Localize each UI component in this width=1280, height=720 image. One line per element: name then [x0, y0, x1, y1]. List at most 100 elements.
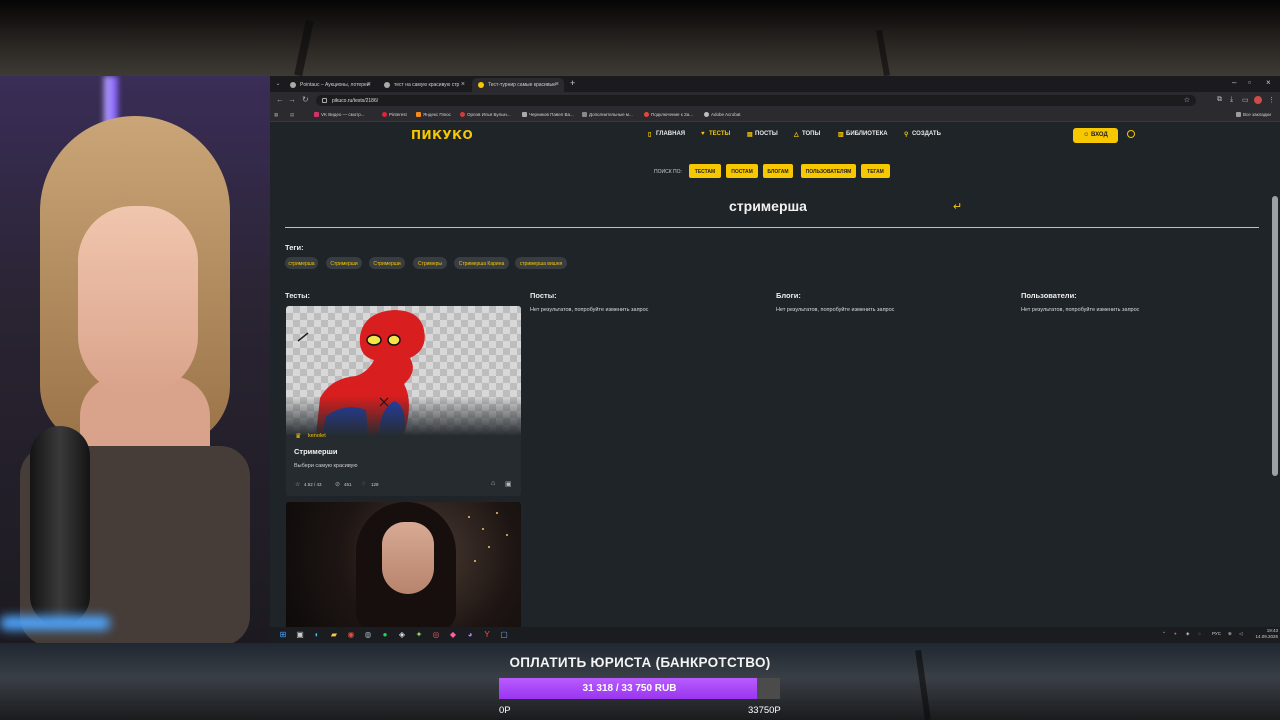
url-field[interactable]: pikuco.ru/tests/2186/ ☆ — [316, 95, 1196, 106]
close-icon[interactable]: × — [367, 81, 371, 88]
close-window-icon[interactable]: × — [1266, 78, 1271, 87]
app-icon[interactable]: ◆ — [448, 630, 458, 640]
test-card[interactable] — [286, 502, 521, 627]
posts-heading: Посты: — [530, 291, 557, 300]
reload-icon[interactable]: ↻ — [302, 95, 309, 104]
edge-icon[interactable]: ◐ — [312, 630, 322, 640]
tab-test-tournament[interactable]: Тест-турнир самые красивые × — [472, 78, 564, 92]
site-info-icon[interactable] — [322, 98, 327, 103]
tray-chevron-icon[interactable]: ⌃ — [1162, 631, 1166, 637]
minimize-icon[interactable]: – — [1232, 78, 1236, 87]
nav-tests[interactable]: ♥ ТЕСТЫ — [701, 131, 730, 137]
app-icon[interactable]: ◈ — [397, 630, 407, 640]
plays-icon: ⊘ — [335, 482, 341, 488]
login-button[interactable]: ☺ ВХОД — [1073, 128, 1118, 143]
tag-chip[interactable]: Стримерши — [326, 257, 362, 269]
bookmark-extra[interactable]: Дополнительные м... — [582, 112, 633, 117]
site-logo[interactable]: ПИКУКО — [411, 128, 473, 142]
steam-icon[interactable]: ◍ — [363, 630, 373, 640]
tag-chip[interactable]: Стримеры — [413, 257, 447, 269]
explorer-icon[interactable]: ▰ — [329, 630, 339, 640]
chip-posts[interactable]: ПОСТАМ — [726, 164, 758, 178]
bookmark-connect[interactable]: Подключение к За... — [644, 112, 693, 117]
app-icon[interactable]: ✦ — [414, 630, 424, 640]
bookmark-pinterest[interactable]: Pinterest — [382, 112, 407, 117]
network-icon[interactable]: ⊕ — [1228, 631, 1232, 637]
tab-menu-icon[interactable]: ⌄ — [274, 79, 282, 87]
all-bookmarks[interactable]: Все закладки — [1236, 112, 1271, 117]
star-icon: ☆ — [295, 482, 301, 488]
chip-tags[interactable]: ТЕГАМ — [861, 164, 890, 178]
nav-create[interactable]: ⚲ СОЗДАТЬ — [904, 131, 941, 138]
task-view-icon[interactable]: ▣ — [295, 630, 305, 640]
sidebar-icon[interactable]: ▭ — [1242, 96, 1249, 104]
tag-chip[interactable]: Стримерша Карина — [454, 257, 509, 269]
chrome-icon[interactable]: ◉ — [346, 630, 356, 640]
clock-date: 14.09.2026 — [1255, 634, 1278, 639]
app-icon[interactable]: ▢ — [499, 630, 509, 640]
close-icon[interactable]: × — [461, 81, 465, 88]
vk-icon — [314, 112, 319, 117]
volume-icon[interactable]: ◁ — [1239, 631, 1242, 637]
chip-blogs[interactable]: БЛОГАМ — [763, 164, 793, 178]
save-icon[interactable]: ▣ — [505, 480, 512, 488]
nav-posts[interactable]: ▤ ПОСТЫ — [747, 131, 778, 138]
bookmark-vk-video[interactable]: VK Видео — смотр... — [314, 112, 364, 117]
bookmark-chernikov[interactable]: Черников Павел Ва... — [522, 112, 574, 117]
card-comments: ◌ 128 — [362, 481, 379, 487]
clock[interactable]: 19:43 14.09.2026 — [1252, 628, 1278, 640]
tab-pointauc[interactable]: Pointauc – Аукционы, лотереи × — [284, 78, 376, 92]
test-card[interactable]: ♛ kenolet Стримерши Выбери самую красиву… — [286, 306, 521, 496]
close-icon[interactable]: × — [555, 81, 559, 88]
back-icon[interactable]: ← — [276, 95, 284, 104]
tray-app-icon[interactable]: ◌ — [1198, 631, 1201, 636]
card-plays: ⊘ 451 — [335, 482, 352, 488]
yandex-browser-icon[interactable]: Y — [482, 630, 492, 640]
chip-users[interactable]: ПОЛЬЗОВАТЕЛЯМ — [801, 164, 856, 178]
book-icon: ▥ — [838, 132, 844, 138]
spotify-icon[interactable]: ● — [380, 630, 390, 640]
nav-tops[interactable]: △ ТОПЫ — [794, 131, 820, 138]
maximize-icon[interactable]: ▫ — [1248, 78, 1251, 87]
tag-chip[interactable]: Стримерши — [369, 257, 405, 269]
card-author[interactable]: kenolet — [308, 433, 326, 439]
chip-tests[interactable]: ТЕСТАМ — [689, 164, 721, 178]
folder-icon — [1236, 112, 1241, 117]
tag-chip[interactable]: стримерша — [285, 257, 318, 269]
new-tab-icon[interactable]: + — [570, 78, 575, 88]
tray-app-icon[interactable]: ● — [1174, 631, 1177, 636]
card-title[interactable]: Стримерши — [294, 447, 337, 456]
tab-title: Тест-турнир самые красивые — [488, 82, 556, 88]
tray-app-icon[interactable]: ◈ — [1186, 631, 1189, 637]
page-scrollbar[interactable] — [1272, 196, 1278, 476]
user-icon: ☺ — [1083, 132, 1091, 138]
share-icon[interactable]: ⌂ — [491, 480, 495, 487]
downloads-icon[interactable]: ⤓ — [1230, 96, 1233, 104]
bookmark-icon — [644, 112, 649, 117]
bookmark-yandex-plus[interactable]: Яндекс Плюс — [416, 112, 451, 117]
nav-library[interactable]: ▥ БИБЛИОТЕКА — [838, 131, 888, 138]
profile-avatar[interactable] — [1254, 96, 1262, 104]
tab-test-search[interactable]: тест на самую красивую стр × — [378, 78, 470, 92]
tag-chip[interactable]: стримерша вишня — [515, 257, 567, 269]
obs-icon[interactable]: ◎ — [431, 630, 441, 640]
discord-icon[interactable]: ◕ — [465, 630, 475, 640]
bokeh-light — [468, 516, 470, 518]
tab-title: Pointauc – Аукционы, лотереи — [300, 82, 370, 88]
language-indicator[interactable]: РУС — [1212, 631, 1221, 636]
nav-home[interactable]: ▯ ГЛАВНАЯ — [648, 131, 685, 138]
menu-icon[interactable]: ⋮ — [1268, 96, 1275, 104]
start-icon[interactable]: ⊞ — [278, 630, 288, 640]
search-icon[interactable] — [1127, 130, 1135, 138]
bookmark-star-icon[interactable]: ☆ — [1184, 96, 1190, 104]
forward-icon[interactable]: → — [288, 95, 296, 104]
bookmark-adobe[interactable]: Adobe Acrobat — [704, 112, 741, 117]
apps-icon[interactable]: ▦ — [274, 112, 278, 118]
search-query[interactable]: стримерша — [729, 198, 807, 214]
bookmark-orlov[interactable]: Орлов Илья Булын... — [460, 112, 511, 117]
home-icon: ▯ — [648, 132, 652, 138]
windows-taskbar: ⊞ ▣ ◐ ▰ ◉ ◍ ● ◈ ✦ ◎ ◆ ◕ Y ▢ ⌃ ● ◈ ◌ РУС … — [270, 627, 1280, 643]
tabgroup-icon[interactable]: ▤ — [290, 112, 294, 118]
extensions-icon[interactable]: ⧉ — [1217, 96, 1222, 104]
enter-icon[interactable]: ↵ — [953, 200, 962, 213]
